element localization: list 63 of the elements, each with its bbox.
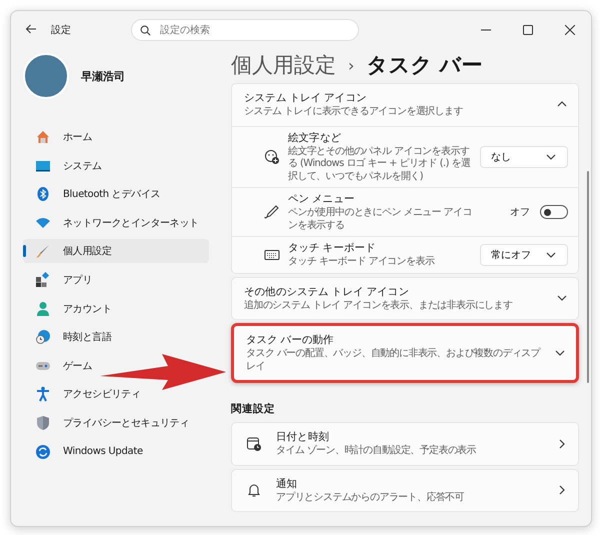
home-icon [35, 129, 51, 145]
toggle-state: オフ [510, 206, 530, 219]
brush-icon [35, 243, 51, 260]
link-description: タイム ゾーン、時計の自動設定、予定表の表示 [276, 445, 478, 458]
section-title: システム トレイ アイコン [244, 91, 368, 105]
maximize-icon [523, 25, 533, 35]
nav-item[interactable]: ゲーム [23, 354, 96, 378]
section-heading: 関連設定 [231, 402, 276, 416]
bluetooth-icon [35, 186, 51, 202]
settings-link[interactable]: 日付と時刻 タイム ゾーン、時計の自動設定、予定表の表示 [231, 422, 579, 466]
setting-description: ペンが使用中のときにペン メニュー アイコンを表示する [288, 207, 472, 232]
search-field[interactable]: 設定の検索 [131, 19, 359, 41]
nav-item[interactable]: ホーム [23, 125, 96, 149]
nav-item[interactable]: アカウント [23, 296, 116, 321]
nav-item[interactable]: ネットワークとインターネット [23, 210, 203, 235]
window-title: 設定 [51, 24, 72, 37]
section-title: その他のシステム トレイ アイコン [244, 284, 410, 298]
toggle-switch[interactable] [540, 205, 568, 219]
nav-item[interactable]: Bluetooth とデバイス [23, 182, 164, 206]
settings-card[interactable]: タスク バーの動作 タスク バーの配置、バッジ、自動的に非表示、および複数のディスプレイ [231, 323, 579, 383]
setting-title: ペン メニュー [288, 192, 356, 206]
link-title: 日付と時刻 [276, 430, 330, 444]
section-description: システム トレイに表示できるアイコンを選択します [244, 106, 464, 118]
settings-card[interactable]: システム トレイ アイコン システム トレイに表示できるアイコンを選択します 絵文字など 絵文字とその他のパネル アイコンを表示する (Windows ロゴ キー + ピリオド (.) を選択して、いつでもパネルを開く) なし ペン メニュー ペンが使用中のときにペン メニュー アイコンを表示する オフ タッチ キーボード タッチ キーボード アイコンを表示 常にオフ [231, 83, 579, 274]
apps-icon [35, 272, 51, 288]
nav-item[interactable]: Windows Update [23, 440, 147, 464]
section-title: タスク バーの動作 [246, 333, 335, 347]
breadcrumb-separator: › [348, 56, 354, 74]
person-icon [35, 300, 51, 317]
bell-icon [246, 482, 262, 498]
emoji-icon [264, 148, 280, 165]
nav-item[interactable]: システム [23, 154, 106, 178]
page-title: タスク バー [366, 52, 483, 79]
pen-icon [264, 204, 280, 220]
nav-item[interactable]: アクセシビリティ [23, 382, 145, 406]
sync-icon [35, 444, 51, 460]
nav-item[interactable]: アプリ [23, 268, 96, 292]
shield-icon [35, 414, 51, 431]
link-description: アプリとシステムからのアラート、応答不可 [276, 492, 466, 504]
settings-card[interactable]: その他のシステム トレイ アイコン 追加のシステム トレイ アイコンを表示、または非表示にします [231, 276, 579, 320]
close-icon [565, 25, 575, 35]
section-description: 追加のシステム トレイ アイコンを表示、または非表示にします [244, 300, 514, 312]
setting-title: 絵文字など [288, 130, 342, 144]
calendar-clock-icon [246, 436, 262, 452]
breadcrumb-parent[interactable]: 個人用設定 [231, 51, 336, 79]
nav-item[interactable]: 個人用設定 [23, 239, 209, 264]
scrollbar[interactable] [587, 171, 589, 383]
nav-item[interactable]: 時刻と言語 [23, 325, 116, 350]
setting-description: タッチ キーボード アイコンを表示 [288, 256, 436, 268]
setting-title: タッチ キーボード [288, 241, 377, 255]
section-description: タスク バーの配置、バッジ、自動的に非表示、および複数のディスプレイ [246, 348, 542, 373]
back-arrow-icon [25, 22, 37, 34]
link-title: 通知 [276, 476, 298, 490]
nav-item[interactable]: プライバシーとセキュリティ [23, 410, 194, 435]
dropdown[interactable]: 常にオフ [480, 244, 568, 266]
dropdown[interactable]: なし [480, 146, 568, 168]
avatar [23, 53, 69, 99]
settings-link[interactable]: 通知 アプリとシステムからのアラート、応答不可 [231, 468, 579, 512]
accessibility-icon [35, 386, 51, 402]
user-name: 早瀬浩司 [81, 68, 125, 84]
globe-clock-icon [35, 329, 51, 346]
setting-description: 絵文字とその他のパネル アイコンを表示する (Windows ロゴ キー + ピリオド (.) を選択して、いつでもパネルを開く) [288, 146, 472, 183]
minimize-icon [481, 29, 491, 31]
